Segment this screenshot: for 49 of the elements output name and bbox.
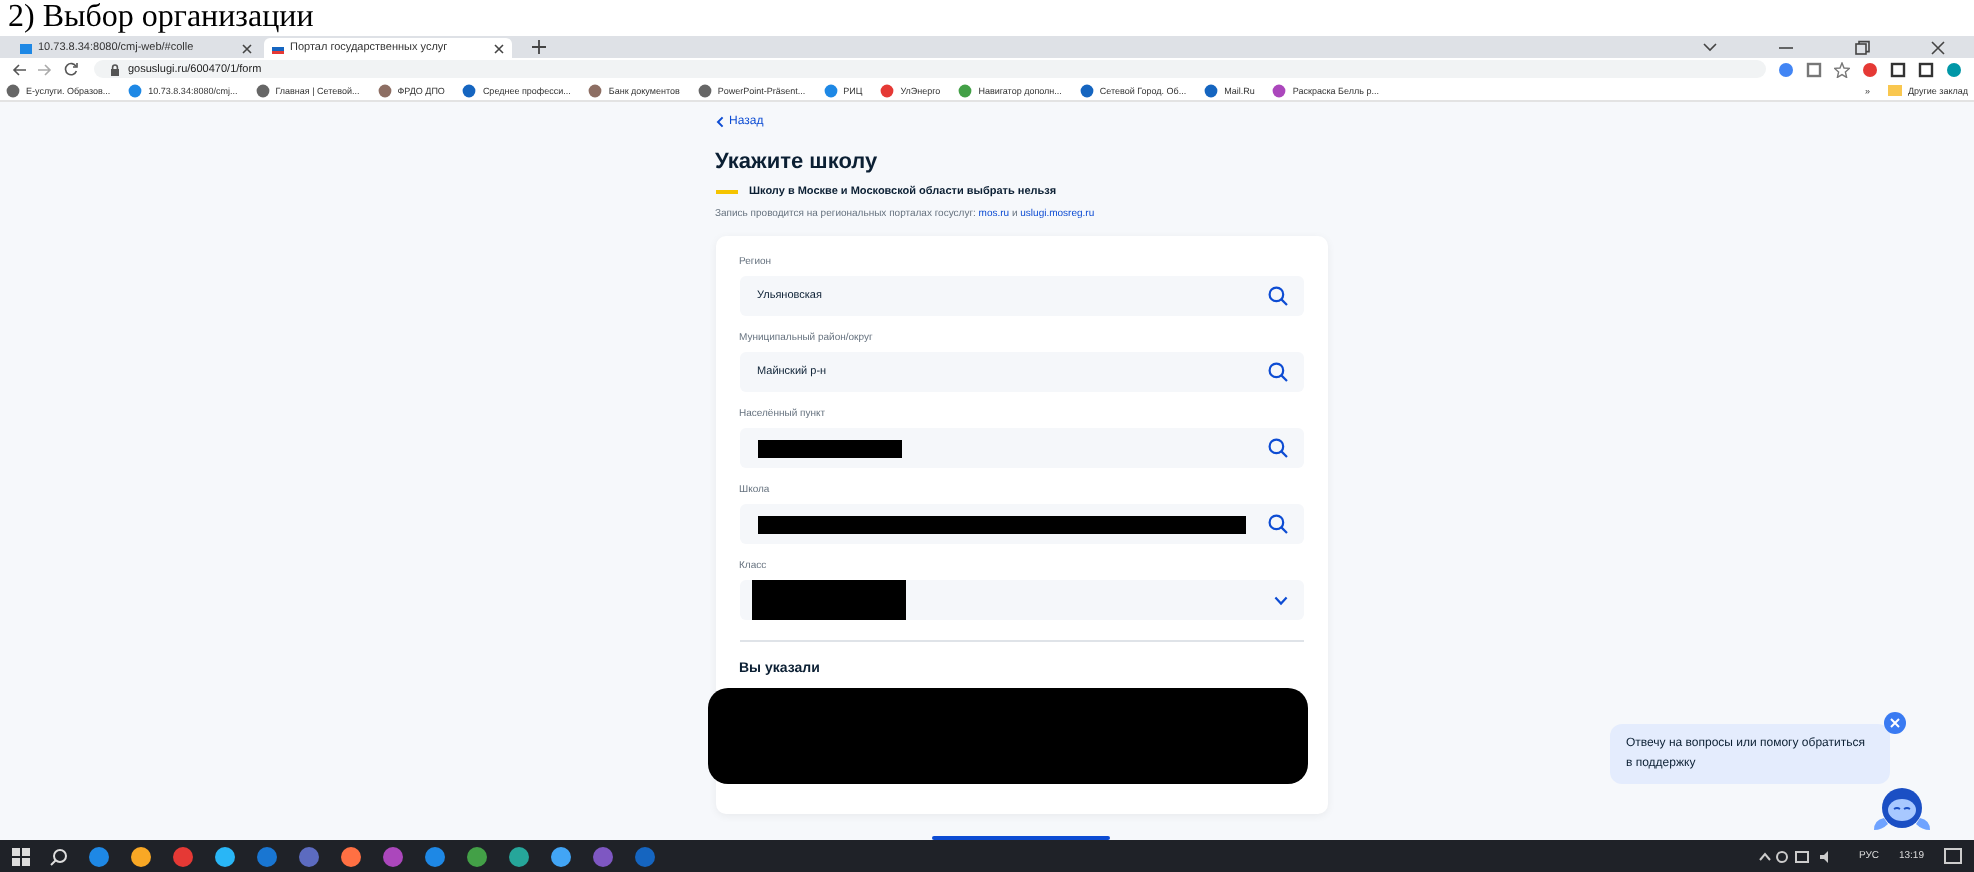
taskbar-app-icon[interactable]: [256, 845, 278, 867]
taskbar-app-icon[interactable]: [550, 845, 572, 867]
bookmark-icon: [697, 83, 712, 97]
taskbar-app-icon[interactable]: [466, 845, 488, 867]
search-icon: [1267, 438, 1287, 458]
notifications-icon[interactable]: [1944, 847, 1962, 865]
chevron-down-icon: [1273, 595, 1287, 605]
search-icon: [1267, 362, 1287, 382]
taskbar-app-icon[interactable]: [424, 845, 446, 867]
bookmark-icon: [377, 83, 392, 97]
bookmark-icon: [1079, 83, 1094, 97]
close-button-icon[interactable]: [1884, 712, 1906, 734]
search-field[interactable]: [739, 428, 1303, 468]
taskbar-app-icon[interactable]: [172, 845, 194, 867]
document-caption: 2) Выбор организации: [6, 0, 316, 36]
star-icon[interactable]: [1834, 61, 1850, 77]
close-icon[interactable]: [494, 43, 504, 53]
taskbar-app-icon[interactable]: [298, 845, 320, 867]
taskbar-app-icon[interactable]: [88, 845, 110, 867]
bookmark-icon: [823, 83, 838, 97]
lock-icon: [110, 63, 120, 75]
bookmark-icon: [6, 83, 20, 97]
taskbar-app-icon[interactable]: [340, 845, 362, 867]
bookmark-icon: [128, 83, 143, 97]
bookmark-icon: [958, 83, 973, 97]
taskbar-app-icon[interactable]: [508, 845, 530, 867]
dropdown-field[interactable]: [739, 580, 1303, 620]
page-title: Укажите школу: [715, 150, 880, 174]
search-icon: [1267, 286, 1287, 306]
robot-mascot-icon[interactable]: [1872, 784, 1932, 836]
bookmark-icon: [880, 83, 895, 97]
bookmark-icon: [588, 83, 603, 97]
back-arrow-icon[interactable]: [12, 63, 26, 75]
taskbar-app-icon[interactable]: [214, 845, 236, 867]
taskbar-app-icon[interactable]: [382, 845, 404, 867]
windows-start-icon[interactable]: [12, 847, 30, 865]
reload-icon[interactable]: [64, 62, 78, 76]
redaction-block: [757, 439, 901, 457]
search-icon: [1267, 514, 1287, 534]
search-icon[interactable]: [50, 847, 68, 865]
close-icon[interactable]: [242, 43, 252, 53]
folder-icon: [1888, 84, 1902, 96]
taskbar-app-icon[interactable]: [130, 845, 152, 867]
search-field[interactable]: [739, 504, 1303, 544]
bookmark-icon: [1272, 83, 1287, 97]
bookmark-icon: [255, 83, 270, 97]
bookmark-icon: [462, 83, 477, 97]
chevron-left-icon: [715, 116, 723, 128]
bookmark-icon: [1204, 83, 1219, 97]
